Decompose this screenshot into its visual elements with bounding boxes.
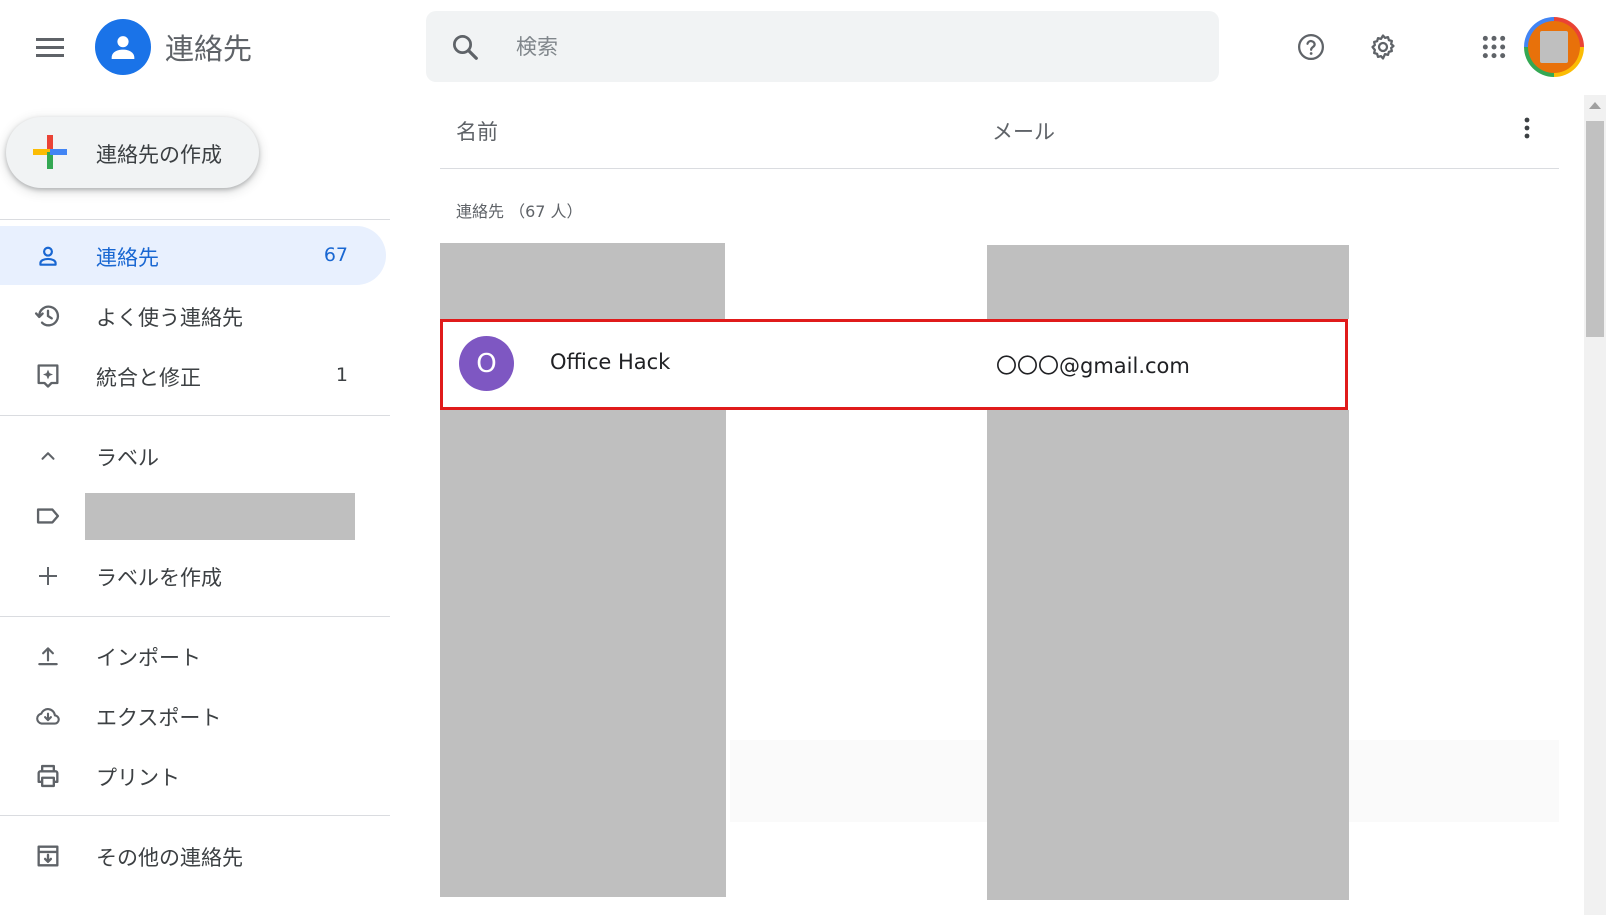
create-contact-button[interactable]: 連絡先の作成 <box>6 117 259 188</box>
scrollbar[interactable] <box>1584 95 1606 915</box>
chevron-up-icon <box>34 442 62 470</box>
contact-avatar: O <box>459 336 514 391</box>
sidebar-item-frequent[interactable]: よく使う連絡先 <box>0 286 386 345</box>
create-label-button[interactable]: ラベルを作成 <box>0 546 386 605</box>
create-label-text: ラベルを作成 <box>96 566 222 590</box>
apps-icon <box>1482 35 1506 59</box>
merge-fix-icon <box>34 362 62 390</box>
sidebar-item-count: 1 <box>335 364 348 386</box>
label-name-redacted <box>85 493 355 540</box>
person-logo-icon <box>111 36 135 59</box>
menu-icon <box>36 38 64 57</box>
labels-header: ラベル <box>96 446 159 470</box>
sidebar-item-label: エクスポート <box>96 706 222 730</box>
sidebar-item-label: プリント <box>96 766 180 790</box>
contact-row[interactable]: O Office Hack 〇〇〇@gmail.com <box>440 319 1348 410</box>
help-button[interactable] <box>1291 27 1331 67</box>
create-contact-label: 連絡先の作成 <box>96 143 222 167</box>
search-icon[interactable] <box>450 32 480 62</box>
more-options-button[interactable] <box>1511 112 1543 144</box>
column-header-name[interactable]: 名前 <box>456 116 498 146</box>
redacted-names-bottom <box>440 410 726 897</box>
apps-button[interactable] <box>1474 27 1514 67</box>
sidebar-item-label: インポート <box>96 646 201 670</box>
labels-section-toggle[interactable]: ラベル <box>0 426 386 485</box>
cloud-download-icon <box>34 702 62 730</box>
sidebar-item-count: 67 <box>323 244 348 266</box>
account-avatar[interactable] <box>1524 17 1584 77</box>
scroll-up-arrow-icon[interactable] <box>1589 102 1601 109</box>
sidebar-item-print[interactable]: プリント <box>0 746 386 805</box>
history-icon <box>34 302 62 330</box>
column-header-email[interactable]: メール <box>992 116 1055 146</box>
search-input[interactable] <box>514 29 1118 65</box>
plus-icon <box>34 562 62 590</box>
sidebar-item-contacts[interactable]: 連絡先 67 <box>0 226 386 285</box>
header-divider <box>440 168 1559 169</box>
upload-icon <box>34 642 62 670</box>
sidebar-item-other-contacts[interactable]: その他の連絡先 <box>0 826 386 885</box>
archive-icon <box>34 842 62 870</box>
contacts-logo <box>95 19 151 75</box>
app-title: 連絡先 <box>165 32 253 66</box>
sidebar-item-label: 統合と修正 <box>96 366 201 390</box>
sidebar-divider <box>0 415 390 416</box>
more-vert-icon <box>1524 117 1530 139</box>
sidebar-divider <box>0 616 390 617</box>
contacts-section-label: 連絡先 （67 人） <box>456 202 583 221</box>
sidebar-item-label: その他の連絡先 <box>96 846 243 870</box>
sidebar-divider <box>0 815 390 816</box>
sidebar-item-merge-fix[interactable]: 統合と修正 1 <box>0 346 386 405</box>
label-tag-icon <box>34 502 62 530</box>
sidebar-item-import[interactable]: インポート <box>0 626 386 685</box>
search-bar[interactable] <box>426 11 1219 82</box>
redacted-emails-top <box>987 245 1349 319</box>
redacted-emails-bottom <box>987 410 1349 900</box>
sidebar-item-label: 連絡先 <box>96 246 159 270</box>
colorful-plus-icon <box>33 135 67 169</box>
sidebar-item-label: よく使う連絡先 <box>96 306 243 330</box>
sidebar-divider <box>0 219 390 220</box>
settings-icon <box>1371 34 1395 60</box>
sidebar-item-export[interactable]: エクスポート <box>0 686 386 745</box>
settings-button[interactable] <box>1363 27 1403 67</box>
print-icon <box>34 762 62 790</box>
person-icon <box>34 242 62 270</box>
redacted-names-top <box>440 243 725 319</box>
avatar-photo-redacted <box>1540 31 1568 63</box>
contact-name: Office Hack <box>550 350 671 374</box>
help-icon <box>1298 34 1324 60</box>
avatar-background <box>1528 21 1580 73</box>
main-menu-button[interactable] <box>30 27 70 67</box>
scrollbar-thumb[interactable] <box>1586 121 1604 337</box>
contact-email: 〇〇〇@gmail.com <box>996 354 1190 378</box>
